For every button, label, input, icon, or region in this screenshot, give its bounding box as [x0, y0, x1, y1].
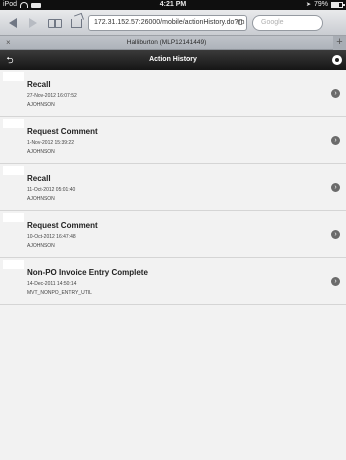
list-item[interactable]: Request Comment 10-Oct-2012 16:47:48 AJO…: [0, 211, 346, 258]
chevron-right-icon[interactable]: ›: [331, 136, 340, 145]
item-thumbnail: [3, 119, 24, 128]
item-thumbnail: [3, 166, 24, 175]
item-user: AJOHNSON: [27, 149, 55, 155]
item-thumbnail: [3, 260, 24, 269]
forward-button[interactable]: [26, 10, 40, 36]
item-date: 1-Nov-2012 15:39:22: [27, 140, 74, 146]
chevron-right-icon[interactable]: ›: [331, 277, 340, 286]
item-thumbnail: [3, 72, 24, 81]
status-time: 4:21 PM: [159, 1, 187, 8]
share-button[interactable]: [69, 10, 83, 36]
search-input[interactable]: Google: [252, 15, 323, 31]
browser-toolbar: 172.31.152.57:26000/mobile/actionHistory…: [0, 10, 346, 36]
chevron-right-icon[interactable]: ›: [331, 230, 340, 239]
chevron-right-icon[interactable]: ›: [331, 183, 340, 192]
item-title: Request Comment: [27, 127, 98, 136]
item-title: Non-PO Invoice Entry Complete: [27, 268, 148, 277]
reload-icon[interactable]: C: [237, 16, 243, 30]
settings-icon[interactable]: [332, 55, 342, 65]
bookmarks-icon: [48, 18, 62, 28]
address-bar-url: 172.31.152.57:26000/mobile/actionHistory…: [94, 19, 245, 26]
item-date: 14-Dec-2011 14:50:14: [27, 281, 77, 287]
item-user: AJOHNSON: [27, 243, 55, 249]
back-button[interactable]: [6, 10, 20, 36]
search-placeholder: Google: [261, 19, 284, 26]
list-item[interactable]: Recall 27-Nov-2012 16:07:52 AJOHNSON ›: [0, 70, 346, 117]
back-arrow-icon: [9, 18, 17, 28]
item-title: Request Comment: [27, 221, 98, 230]
tab-active[interactable]: × Halliburton (MLP12141449): [0, 36, 333, 50]
item-date: 11-Oct-2012 05:01:40: [27, 187, 76, 193]
tab-title: Halliburton (MLP12141449): [126, 39, 207, 46]
item-title: Recall: [27, 80, 51, 89]
battery-percent: 79%: [313, 1, 328, 8]
location-arrow-icon: ➤: [305, 2, 311, 8]
status-bar: iPod 4:21 PM ➤ 79%: [0, 0, 346, 10]
bookmarks-button[interactable]: [47, 10, 63, 36]
item-date: 27-Nov-2012 16:07:52: [27, 93, 77, 99]
item-thumbnail: [3, 213, 24, 222]
list-item[interactable]: Recall 11-Oct-2012 05:01:40 AJOHNSON ›: [0, 164, 346, 211]
battery-icon: [331, 2, 345, 8]
list-item[interactable]: Non-PO Invoice Entry Complete 14-Dec-201…: [0, 258, 346, 305]
list-item[interactable]: Request Comment 1-Nov-2012 15:39:22 AJOH…: [0, 117, 346, 164]
item-title: Recall: [27, 174, 51, 183]
page-title: Action History: [149, 56, 197, 63]
new-tab-button[interactable]: +: [333, 36, 346, 50]
address-bar[interactable]: 172.31.152.57:26000/mobile/actionHistory…: [88, 15, 247, 31]
chevron-right-icon[interactable]: ›: [331, 89, 340, 98]
ipad-screen: iPod 4:21 PM ➤ 79% 172.31.152.57:26000/m…: [0, 0, 346, 460]
item-user: AJOHNSON: [27, 196, 55, 202]
item-date: 10-Oct-2012 16:47:48: [27, 234, 76, 240]
item-user: MVT_NONPO_ENTRY_UTIL: [27, 290, 92, 296]
action-history-list: Recall 27-Nov-2012 16:07:52 AJOHNSON › R…: [0, 70, 346, 305]
forward-arrow-icon: [29, 18, 37, 28]
tab-bar: × Halliburton (MLP12141449) +: [0, 36, 346, 50]
status-right: ➤ 79%: [305, 0, 345, 10]
app-header: ⮌ Action History: [0, 50, 346, 70]
item-user: AJOHNSON: [27, 102, 55, 108]
close-tab-icon[interactable]: ×: [6, 36, 11, 50]
share-icon: [70, 18, 82, 28]
